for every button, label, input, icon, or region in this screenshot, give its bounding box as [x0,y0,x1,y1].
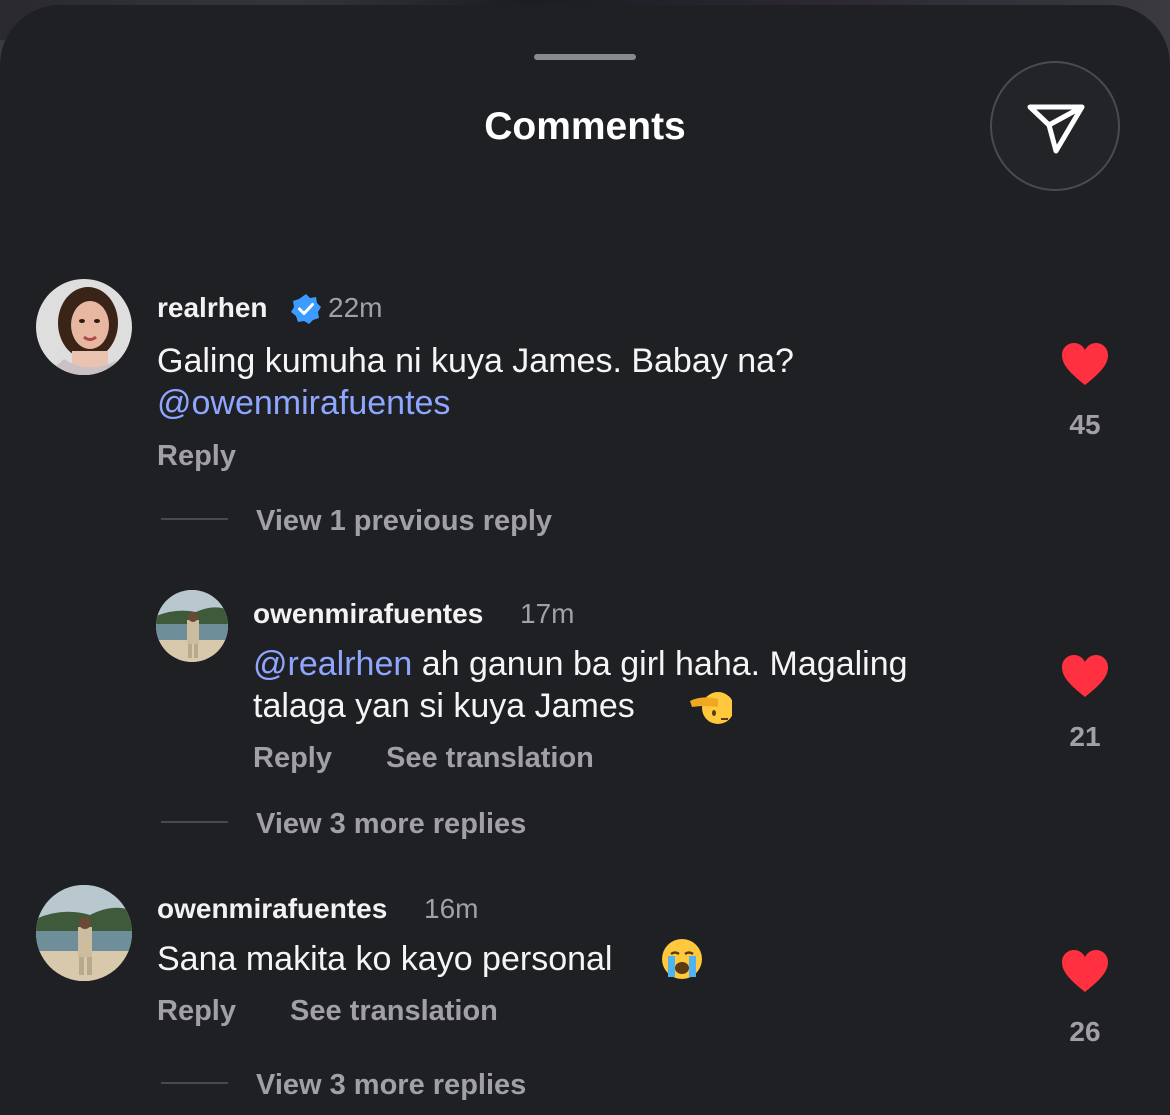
avatar[interactable] [156,590,228,662]
comment-text-line-1: @realrhen ah ganun ba girl haha. Magalin… [253,643,908,686]
mention-link[interactable]: @realrhen [253,645,412,683]
verified-badge-icon [291,294,321,324]
comment-time: 16m [424,893,479,924]
comment-username[interactable]: owenmirafuentes [253,598,483,630]
divider-line [161,821,228,823]
heart-icon[interactable] [1060,341,1110,387]
saluting-face-emoji [688,687,734,734]
comment-username[interactable]: realrhen [157,292,268,324]
view-replies-button[interactable]: View 3 more replies [256,808,526,841]
divider-line [161,1082,228,1084]
divider-line [161,518,228,520]
view-replies-button[interactable]: View 1 previous reply [256,505,552,538]
crying-face-emoji [660,937,704,986]
crying-emoji-icon [662,939,702,979]
like-count: 21 [1069,721,1101,752]
heart-icon[interactable] [1060,653,1110,699]
comment-text-line-2: talaga yan si kuya James [253,687,635,725]
avatar[interactable] [36,885,132,981]
see-translation-button[interactable]: See translation [290,995,498,1028]
heart-icon[interactable] [1060,948,1110,994]
mention-link[interactable]: @owenmirafuentes [157,382,450,425]
like-count: 45 [1069,409,1101,440]
reply-button[interactable]: Reply [157,440,236,473]
avatar[interactable] [36,279,132,375]
reply-button[interactable]: Reply [253,742,332,775]
comment-time: 17m [520,598,575,629]
comment-text: Sana makita ko kayo personal [157,940,613,978]
comment-time: 22m [328,292,383,323]
share-button[interactable] [990,61,1120,191]
sheet-grabber[interactable] [534,54,636,60]
comment-text: ah ganun ba girl haha. Magaling [412,645,908,683]
send-icon [1027,104,1085,154]
reply-button[interactable]: Reply [157,995,236,1028]
like-count: 26 [1069,1016,1101,1047]
view-replies-button[interactable]: View 3 more replies [256,1069,526,1102]
salute-emoji-icon [690,692,734,724]
comment-text: Galing kumuha ni kuya James. Babay na? [157,342,794,380]
comments-sheet: Comments realrhen 22m Galing kumuha ni k… [0,5,1170,1115]
see-translation-button[interactable]: See translation [386,742,594,775]
comment-username[interactable]: owenmirafuentes [157,893,387,925]
